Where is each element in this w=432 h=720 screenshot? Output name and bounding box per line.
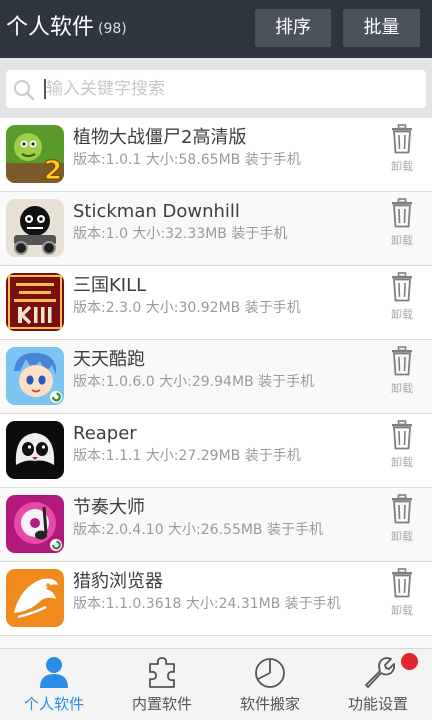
batch-button[interactable]: 批量 xyxy=(343,9,420,47)
app-name: 猎豹浏览器 xyxy=(73,571,163,592)
uninstall-button[interactable]: 卸载 xyxy=(385,568,419,624)
uninstall-label: 卸载 xyxy=(391,604,413,617)
search-input[interactable]: 输入关键字搜索 xyxy=(6,70,426,108)
uninstall-button[interactable]: 卸载 xyxy=(385,494,419,550)
plants-vs-zombies-icon: 2 xyxy=(6,125,64,183)
app-meta: 版本:1.1.1 大小:27.29MB 装于手机 xyxy=(73,448,301,464)
bottom-tab-bar: 个人软件 内置软件 软件搬家 功能设置 xyxy=(0,648,432,720)
pie-chart-icon xyxy=(255,658,285,688)
uninstall-button[interactable]: 卸载 xyxy=(385,420,419,476)
uninstall-button[interactable]: 卸载 xyxy=(385,272,419,328)
tab-label: 内置软件 xyxy=(131,695,192,713)
search-bar: 输入关键字搜索 xyxy=(0,58,432,118)
tab-label: 个人软件 xyxy=(23,695,84,713)
person-icon xyxy=(40,657,68,688)
app-name: 节奏大师 xyxy=(73,497,145,518)
list-item[interactable]: Reaper 版本:1.1.1 大小:27.29MB 装于手机 卸载 xyxy=(0,414,432,488)
search-placeholder: 输入关键字搜索 xyxy=(46,79,165,99)
puzzle-icon xyxy=(149,657,175,688)
notification-badge xyxy=(401,653,418,670)
sanguo-kill-icon xyxy=(6,273,64,331)
app-meta: 版本:1.0 大小:32.33MB 装于手机 xyxy=(73,226,288,242)
trash-icon xyxy=(392,494,412,524)
sort-button[interactable]: 排序 xyxy=(255,9,331,47)
tab-label: 功能设置 xyxy=(347,695,408,713)
tab-label: 软件搬家 xyxy=(239,695,300,713)
app-name: Reaper xyxy=(73,423,137,444)
app-name: 三国KILL xyxy=(73,275,147,296)
uninstall-label: 卸载 xyxy=(391,530,413,543)
app-list: 2 植物大战僵尸2高清版 版本:1.0.1 大小:58.65MB 装于手机 卸载 xyxy=(0,118,432,648)
app-name: 植物大战僵尸2高清版 xyxy=(73,127,247,148)
list-item[interactable] xyxy=(0,636,432,648)
app-name: 天天酷跑 xyxy=(73,349,145,370)
rhythm-master-icon xyxy=(6,495,64,553)
trash-icon xyxy=(392,272,412,302)
uninstall-label: 卸载 xyxy=(391,308,413,321)
trash-icon xyxy=(392,420,412,450)
list-item[interactable]: 猎豹浏览器 版本:1.1.0.3618 大小:24.31MB 装于手机 卸载 xyxy=(0,562,432,636)
trash-icon xyxy=(392,568,412,598)
app-meta: 版本:1.0.1 大小:58.65MB 装于手机 xyxy=(73,152,301,168)
tab-builtin-apps[interactable]: 内置软件 xyxy=(108,649,216,720)
app-screen: 个人软件 (98) 排序 批量 输入关键字搜索 2 植物大战僵尸2高清版 版本:… xyxy=(0,0,432,720)
tab-personal-apps[interactable]: 个人软件 xyxy=(0,649,108,720)
header-bar: 个人软件 (98) 排序 批量 xyxy=(0,0,432,58)
uninstall-label: 卸载 xyxy=(391,456,413,469)
app-meta: 版本:1.0.6.0 大小:29.94MB 装于手机 xyxy=(73,374,315,390)
trash-icon xyxy=(392,346,412,376)
app-name: Stickman Downhill xyxy=(73,201,240,222)
list-item[interactable]: 2 植物大战僵尸2高清版 版本:1.0.1 大小:58.65MB 装于手机 卸载 xyxy=(0,118,432,192)
uninstall-label: 卸载 xyxy=(391,160,413,173)
reaper-icon xyxy=(6,421,64,479)
app-meta: 版本:1.1.0.3618 大小:24.31MB 装于手机 xyxy=(73,596,341,612)
trash-icon xyxy=(392,124,412,154)
list-item[interactable]: 节奏大师 版本:2.0.4.10 大小:26.55MB 装于手机 卸载 xyxy=(0,488,432,562)
uninstall-label: 卸载 xyxy=(391,234,413,247)
wrench-icon xyxy=(365,657,395,688)
trash-icon xyxy=(392,198,412,228)
app-meta: 版本:2.0.4.10 大小:26.55MB 装于手机 xyxy=(73,522,323,538)
list-item[interactable]: Stickman Downhill 版本:1.0 大小:32.33MB 装于手机… xyxy=(0,192,432,266)
list-item[interactable]: 天天酷跑 版本:1.0.6.0 大小:29.94MB 装于手机 卸载 xyxy=(0,340,432,414)
svg-text:2: 2 xyxy=(44,156,62,183)
uninstall-button[interactable]: 卸载 xyxy=(385,124,419,180)
app-meta: 版本:2.3.0 大小:30.92MB 装于手机 xyxy=(73,300,301,316)
uninstall-button[interactable]: 卸载 xyxy=(385,198,419,254)
stickman-downhill-icon xyxy=(6,199,64,257)
tab-app-move[interactable]: 软件搬家 xyxy=(216,649,324,720)
uninstall-button[interactable]: 卸载 xyxy=(385,346,419,402)
list-item[interactable]: 三国KILL 版本:2.3.0 大小:30.92MB 装于手机 卸载 xyxy=(0,266,432,340)
tiantian-kupao-icon xyxy=(6,347,64,405)
liebao-browser-icon xyxy=(6,569,64,627)
page-title: 个人软件 xyxy=(6,15,95,40)
search-icon xyxy=(14,80,35,101)
uninstall-label: 卸载 xyxy=(391,382,413,395)
app-count: (98) xyxy=(98,21,127,37)
